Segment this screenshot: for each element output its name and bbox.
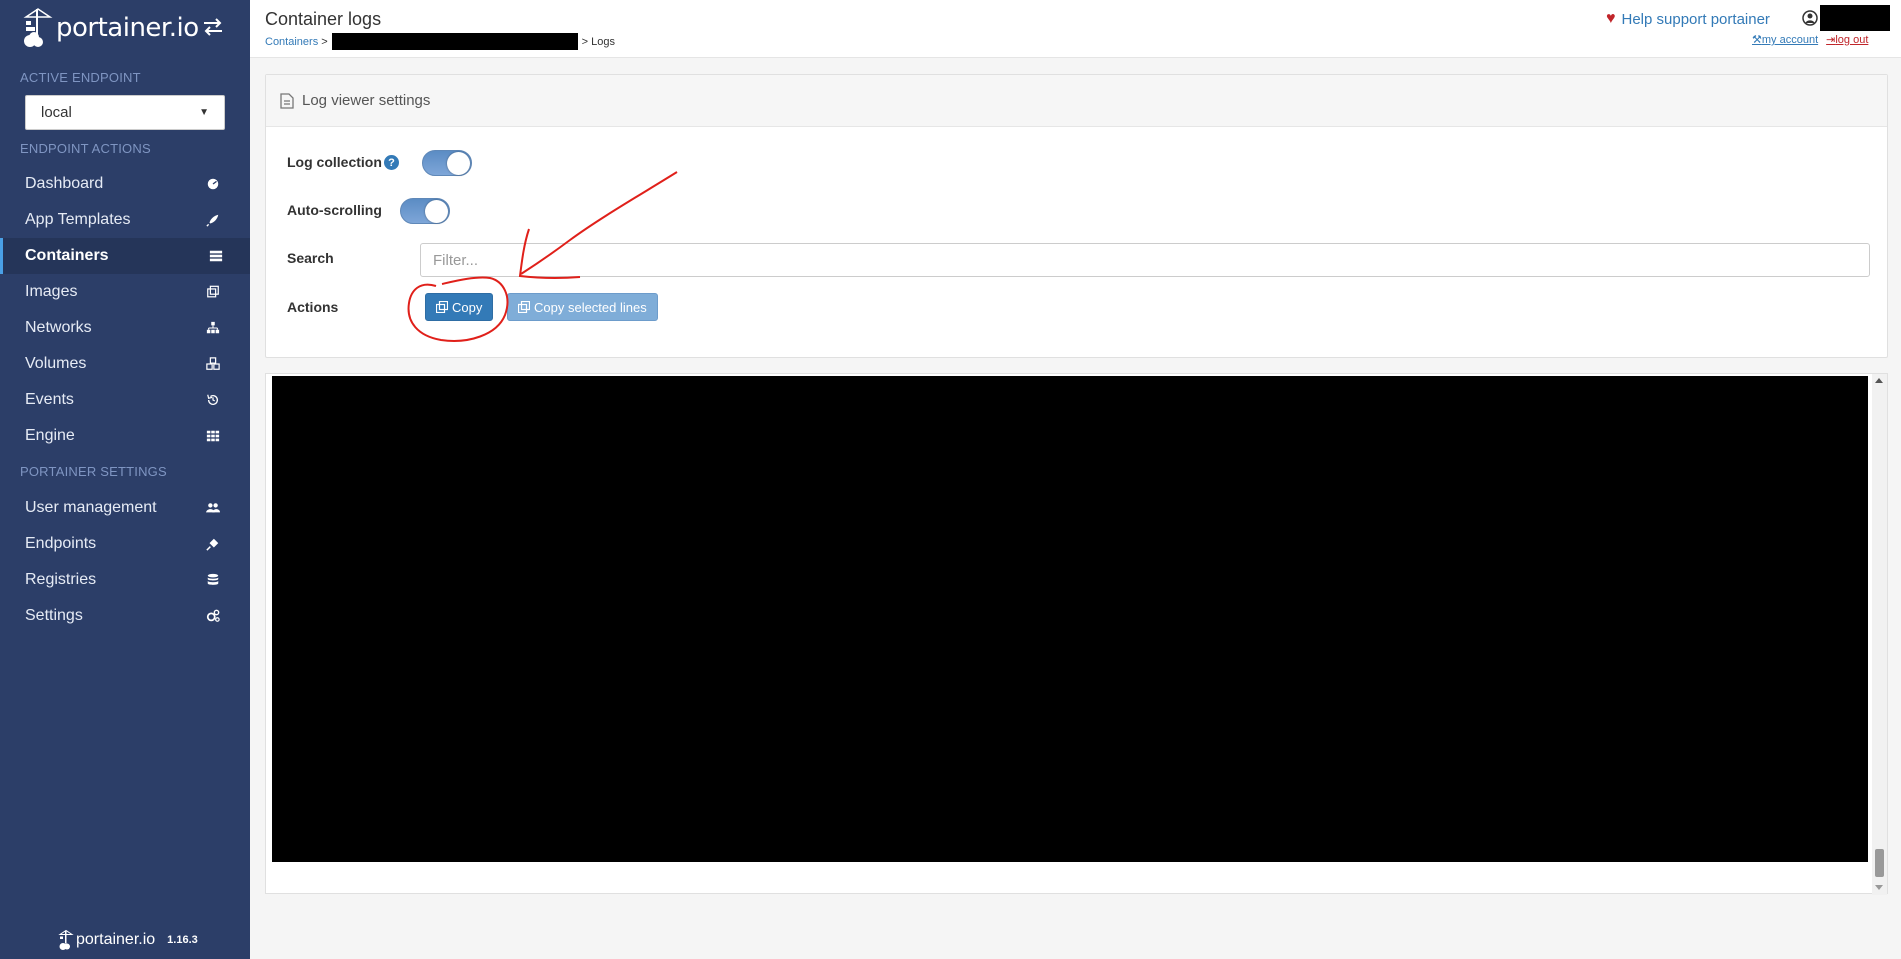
sidebar-item-label: Images <box>25 283 78 300</box>
brand-logo[interactable]: portainer.io <box>22 6 199 50</box>
search-label: Search <box>287 250 334 266</box>
panel-header: Log viewer settings <box>266 75 1887 127</box>
heart-icon: ♥ <box>1606 10 1616 27</box>
copy-icon <box>518 301 530 313</box>
sitemap-icon <box>206 321 220 334</box>
sidebar-item-user-management[interactable]: User management <box>0 490 250 526</box>
auto-scrolling-toggle[interactable] <box>400 198 450 224</box>
log-collection-toggle[interactable] <box>422 150 472 176</box>
file-text-icon <box>280 92 294 109</box>
panel-title: Log viewer settings <box>302 92 431 109</box>
sidebar: portainer.io ACTIVE ENDPOINT local ▼ END… <box>0 0 250 959</box>
sidebar-toggle-icon[interactable] <box>202 18 224 36</box>
sidebar-item-networks[interactable]: Networks <box>0 310 250 346</box>
log-scrollbar[interactable] <box>1872 374 1887 895</box>
database-icon <box>207 573 219 585</box>
sidebar-item-label: Registries <box>25 571 97 588</box>
portainer-logo-icon <box>23 8 53 47</box>
sidebar-item-volumes[interactable]: Volumes <box>0 346 250 382</box>
log-output-area[interactable] <box>272 376 1868 862</box>
sidebar-item-label: Networks <box>25 319 92 336</box>
cubes-icon <box>206 357 220 370</box>
portainer-settings-heading: PORTAINER SETTINGS <box>20 464 167 479</box>
question-circle-icon[interactable]: ? <box>384 155 399 170</box>
sidebar-item-label: Engine <box>25 427 75 444</box>
sidebar-item-label: Containers <box>25 247 109 264</box>
scrollbar-thumb[interactable] <box>1875 849 1884 877</box>
page-header: Container logs Containers > > Logs ♥ Hel… <box>250 0 1901 58</box>
sidebar-item-label: Events <box>25 391 74 408</box>
user-area <box>1802 5 1890 31</box>
sidebar-item-label: Volumes <box>25 355 87 372</box>
sidebar-item-label: User management <box>25 499 157 516</box>
sidebar-item-label: Dashboard <box>25 175 104 192</box>
endpoint-select-value: local <box>41 104 72 121</box>
sidebar-item-settings[interactable]: Settings <box>0 598 250 634</box>
actions-label: Actions <box>287 299 339 315</box>
rocket-icon <box>206 214 219 227</box>
sidebar-item-label: App Templates <box>25 211 131 228</box>
sidebar-item-label: Settings <box>25 607 83 624</box>
help-support-link[interactable]: ♥ Help support portainer <box>1606 10 1770 28</box>
sidebar-item-engine[interactable]: Engine <box>0 418 250 454</box>
sidebar-item-dashboard[interactable]: Dashboard <box>0 166 250 202</box>
wrench-icon: ⚒ <box>1752 34 1762 46</box>
dashboard-icon <box>207 178 219 190</box>
log-output-panel <box>265 373 1888 895</box>
footer-version: 1.16.3 <box>167 934 198 946</box>
sidebar-item-registries[interactable]: Registries <box>0 562 250 598</box>
user-circle-icon <box>1802 10 1818 26</box>
sidebar-item-endpoints[interactable]: Endpoints <box>0 526 250 562</box>
auto-scrolling-label: Auto-scrolling <box>287 202 382 218</box>
page-title: Container logs <box>265 9 382 29</box>
sidebar-item-events[interactable]: Events <box>0 382 250 418</box>
footer-brand-name: portainer.io <box>76 931 156 948</box>
clone-icon <box>207 285 219 298</box>
breadcrumb-separator: > <box>321 35 328 48</box>
endpoint-select[interactable]: local ▼ <box>25 95 225 130</box>
log-viewer-settings-panel: Log viewer settings Log collection ? Aut… <box>265 74 1888 358</box>
sidebar-item-label: Endpoints <box>25 535 97 552</box>
endpoint-actions-heading: ENDPOINT ACTIONS <box>20 141 151 156</box>
server-icon <box>209 250 223 262</box>
log-collection-label: Log collection <box>287 154 382 170</box>
copy-selected-lines-button[interactable]: Copy selected lines <box>507 293 658 321</box>
portainer-footer-logo-icon <box>58 929 74 950</box>
sign-out-icon: ⇥ <box>1826 34 1836 46</box>
brand-name: portainer.io <box>56 13 199 43</box>
sidebar-item-app-templates[interactable]: App Templates <box>0 202 250 238</box>
search-input[interactable] <box>420 243 1870 277</box>
redacted-username <box>1820 5 1890 31</box>
scroll-up-icon[interactable] <box>1875 378 1883 383</box>
sidebar-footer: portainer.io 1.16.3 <box>58 929 198 951</box>
th-icon <box>206 430 220 442</box>
history-icon <box>207 394 219 406</box>
help-support-label: Help support portainer <box>1621 10 1770 28</box>
account-links: ⚒my account ⇥log out <box>1752 33 1868 46</box>
copy-icon <box>436 301 448 313</box>
plug-icon <box>206 538 219 551</box>
breadcrumb: Containers > > Logs <box>265 33 615 50</box>
my-account-link[interactable]: ⚒my account <box>1752 33 1818 46</box>
cogs-icon <box>206 609 220 622</box>
copy-selected-lines-label: Copy selected lines <box>534 299 647 315</box>
redacted-container-name <box>331 33 578 50</box>
log-out-link[interactable]: ⇥log out <box>1826 33 1868 46</box>
sidebar-item-containers[interactable]: Containers <box>0 238 250 274</box>
copy-button[interactable]: Copy <box>425 293 494 321</box>
active-endpoint-heading: ACTIVE ENDPOINT <box>20 70 141 85</box>
toggle-knob <box>447 152 470 175</box>
breadcrumb-containers-link[interactable]: Containers <box>265 36 318 48</box>
sidebar-item-images[interactable]: Images <box>0 274 250 310</box>
caret-down-icon: ▼ <box>199 107 209 118</box>
copy-button-label: Copy <box>452 299 483 315</box>
scroll-down-icon[interactable] <box>1875 885 1883 890</box>
toggle-knob <box>425 200 448 223</box>
breadcrumb-current: > Logs <box>581 35 615 48</box>
users-icon <box>206 503 220 513</box>
